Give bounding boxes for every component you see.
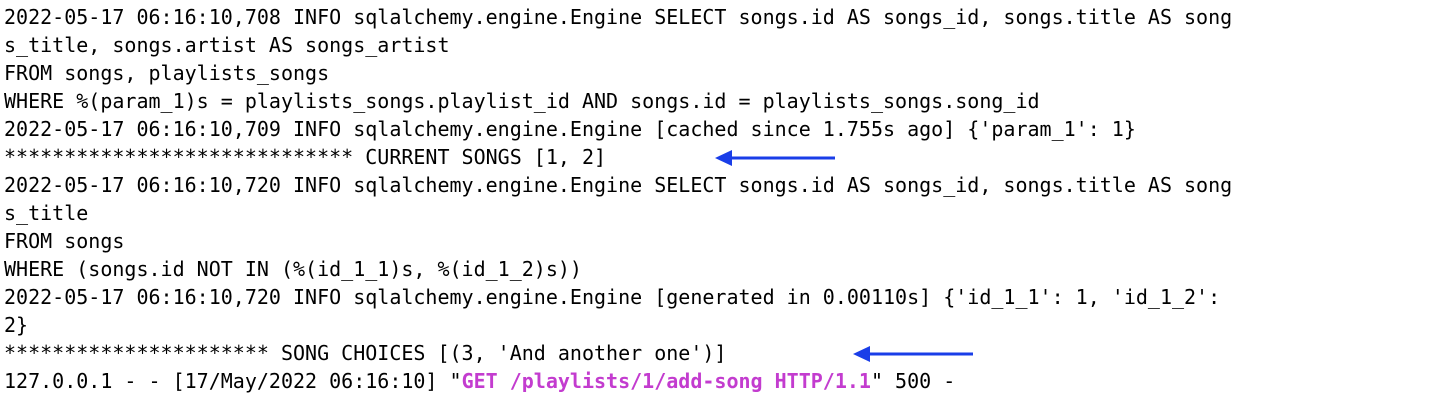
left-arrow-icon xyxy=(853,346,973,362)
log-line: 2022-05-17 06:16:10,708 INFO sqlalchemy.… xyxy=(4,5,1233,29)
log-line: WHERE %(param_1)s = playlists_songs.play… xyxy=(4,89,1040,113)
request-prefix: 127.0.0.1 - - [17/May/2022 06:16:10] " xyxy=(4,369,462,393)
terminal-output[interactable]: 2022-05-17 06:16:10,708 INFO sqlalchemy.… xyxy=(0,0,1440,401)
request-log-line: 127.0.0.1 - - [17/May/2022 06:16:10] "GE… xyxy=(4,367,955,395)
log-line: 2022-05-17 06:16:10,709 INFO sqlalchemy.… xyxy=(4,117,1136,141)
log-line: WHERE (songs.id NOT IN (%(id_1_1)s, %(id… xyxy=(4,257,582,281)
log-line: 2022-05-17 06:16:10,720 INFO sqlalchemy.… xyxy=(4,173,1233,197)
log-line: FROM songs, playlists_songs xyxy=(4,61,330,85)
log-line: FROM songs xyxy=(4,229,125,253)
log-line: 2022-05-17 06:16:10,720 INFO sqlalchemy.… xyxy=(4,285,1221,309)
log-line: s_title, songs.artist AS songs_artist xyxy=(4,33,450,57)
request-suffix: " 500 - xyxy=(870,369,956,393)
song-choices-line: ********************** SONG CHOICES [(3,… xyxy=(4,341,727,365)
left-arrow-icon xyxy=(715,150,835,166)
log-line: s_title xyxy=(4,201,89,225)
log-line: 2} xyxy=(4,313,29,337)
current-songs-line: ***************************** CURRENT SO… xyxy=(4,145,607,169)
request-method-path: GET /playlists/1/add-song HTTP/1.1 xyxy=(461,369,871,393)
